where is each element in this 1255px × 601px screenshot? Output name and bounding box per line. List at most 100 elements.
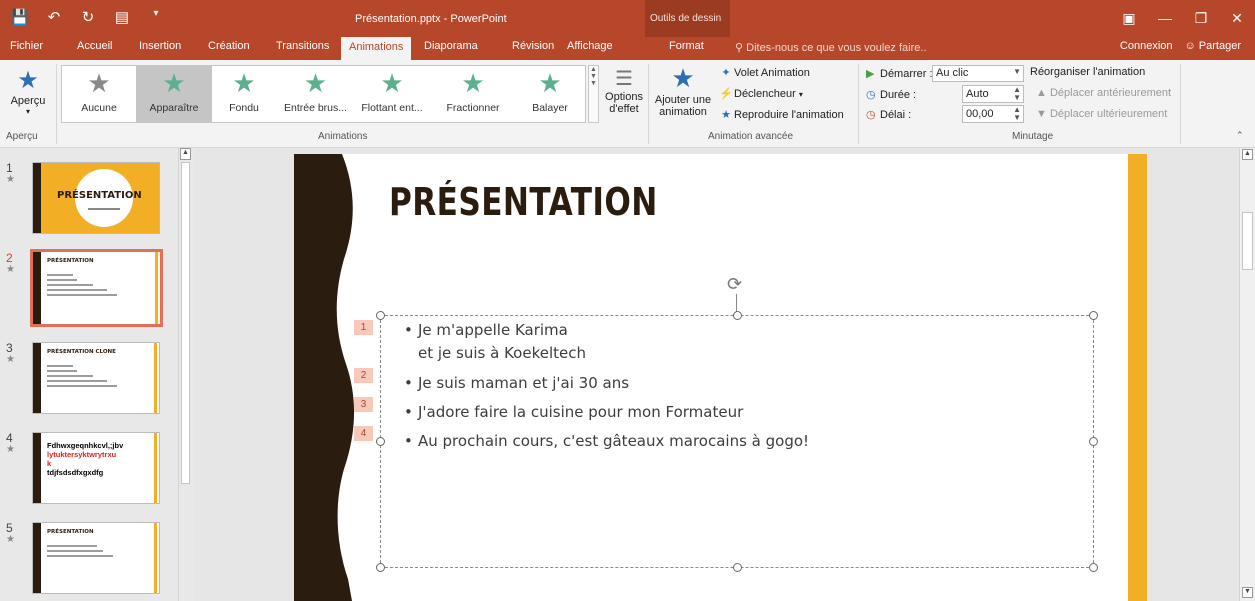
tab-revision[interactable]: Révision <box>512 40 554 52</box>
save-icon[interactable]: 💾 <box>10 8 30 26</box>
thumbnail-slide-4[interactable]: Fdhwxgeqnhkcvl,;jbv lytuktersyktwrytrxu … <box>32 432 160 504</box>
close-icon[interactable]: ✕ <box>1219 0 1255 37</box>
gallery-item[interactable]: ★ Balayer <box>517 66 583 122</box>
bullet-item: • Je m'appelle Karima <box>404 321 568 339</box>
thumbnail-slide-5[interactable]: PRÉSENTATION <box>32 522 160 594</box>
chevron-down-icon: ▼ <box>1013 67 1021 76</box>
delay-row: ◷ Délai : <box>866 108 911 121</box>
animation-star-icon: ★ <box>6 174 15 185</box>
animation-pane-button[interactable]: ✦ Volet Animation <box>718 66 809 79</box>
resize-handle[interactable] <box>376 563 385 572</box>
resize-handle[interactable] <box>376 437 385 446</box>
present-icon[interactable]: ▤ <box>112 8 132 26</box>
editor-scrollbar[interactable]: ▲ ▼ <box>1239 148 1255 601</box>
tab-fichier[interactable]: Fichier <box>10 40 43 52</box>
slide-editor: ▲ ▼ PRÉSENTATION ⟳ 1 2 3 4 • Je m'appelle… <box>195 148 1255 601</box>
ribbon: ★ Aperçu ▾ Aperçu ★ Aucune ★ Apparaître ★ Fon… <box>0 60 1255 148</box>
scroll-down-icon[interactable]: ▼ <box>1242 587 1253 598</box>
scroll-up-icon[interactable]: ▲ <box>1242 149 1253 160</box>
thumbnail-slide-3[interactable]: PRÉSENTATION CLONE <box>32 342 160 414</box>
ribbon-display-icon[interactable]: ▣ <box>1111 0 1147 37</box>
group-label-timing: Minutage <box>1012 131 1054 142</box>
tab-accueil[interactable]: Accueil <box>77 40 112 52</box>
gallery-item[interactable]: ★ Fondu <box>212 66 276 122</box>
add-animation-star-icon: ★ <box>671 63 695 93</box>
slide-canvas[interactable]: PRÉSENTATION ⟳ 1 2 3 4 • Je m'appelle Kar… <box>294 154 1147 601</box>
duration-spinner[interactable]: Auto ▲ ▼ <box>962 85 1024 103</box>
scroll-up-icon[interactable]: ▲ <box>180 148 191 160</box>
delay-spinner[interactable]: 00,00 ▲ ▼ <box>962 105 1024 123</box>
rotate-handle-icon[interactable]: ⟳ <box>727 274 742 295</box>
spinner-arrows-icon[interactable]: ▲ ▼ <box>1013 86 1021 102</box>
animation-order-tag[interactable]: 3 <box>354 397 373 412</box>
tell-me-search[interactable]: ⚲ Dites-nous ce que vous voulez faire.. <box>735 41 927 54</box>
slide-number: 3 ★ <box>6 342 15 366</box>
resize-handle[interactable] <box>1089 437 1098 446</box>
window-controls: ▣ — ❐ ✕ <box>1111 0 1255 37</box>
move-later-button[interactable]: ▼ Déplacer ultérieurement <box>1036 108 1167 120</box>
animation-order-tag[interactable]: 4 <box>354 426 373 441</box>
customize-qat-icon[interactable]: ▾ <box>146 8 166 26</box>
tab-animations[interactable]: Animations <box>341 37 412 60</box>
thumbnails-scrollbar[interactable]: ▲ <box>178 148 192 601</box>
thumbnail-slide-1[interactable]: PRÉSENTATION <box>32 162 160 234</box>
tell-me-text: Dites-nous ce que vous voulez faire.. <box>746 42 927 54</box>
resize-handle[interactable] <box>733 563 742 572</box>
gallery-item[interactable]: ★ Flottant ent... <box>355 66 429 122</box>
bullet-dot-icon: • <box>404 403 413 421</box>
animation-order-tag[interactable]: 2 <box>354 368 373 383</box>
move-later-label: Déplacer ultérieurement <box>1049 108 1168 120</box>
tab-creation[interactable]: Création <box>208 40 250 52</box>
restore-icon[interactable]: ❐ <box>1183 0 1219 37</box>
undo-icon[interactable]: ↶ <box>44 8 64 26</box>
animation-star-icon: ★ <box>162 68 186 98</box>
add-animation-button[interactable]: ★ Ajouter une animation <box>650 63 716 118</box>
lightning-icon: ⚡ <box>719 88 733 100</box>
collapse-ribbon-icon[interactable]: ⌃ <box>1236 130 1244 141</box>
preview-label: Aperçu <box>10 95 46 107</box>
gallery-scroll[interactable]: ▲ ▼ ▼ <box>588 65 599 123</box>
animation-star-icon: ★ <box>6 444 15 455</box>
down-triangle-icon: ▼ <box>1036 108 1047 120</box>
resize-handle[interactable] <box>1089 311 1098 320</box>
tab-transitions[interactable]: Transitions <box>276 40 329 52</box>
gallery-item[interactable]: ★ Apparaître <box>136 66 212 122</box>
slide-title[interactable]: PRÉSENTATION <box>389 180 658 224</box>
start-select[interactable]: Au clic ▼ <box>932 65 1024 82</box>
scroll-thumb[interactable] <box>1242 212 1253 270</box>
resize-handle[interactable] <box>733 311 742 320</box>
effect-options-button[interactable]: ☰ Options d'effet <box>600 66 648 115</box>
thumb-stripe <box>154 343 157 413</box>
redo-icon[interactable]: ↻ <box>78 8 98 26</box>
bullet-dot-icon: • <box>404 374 413 392</box>
tab-affichage[interactable]: Affichage <box>567 40 613 52</box>
resize-handle[interactable] <box>376 311 385 320</box>
thumb-title: PRÉSENTATION <box>47 529 94 535</box>
bullet-dot-icon: • <box>404 432 413 450</box>
gallery-item[interactable]: ★ Entrée brus... <box>276 66 355 122</box>
trigger-button[interactable]: ⚡Déclencheur ▾ <box>718 87 803 100</box>
gallery-item[interactable]: ★ Fractionner <box>429 66 517 122</box>
thumbnail-slide-2[interactable]: PRÉSENTATION <box>30 249 163 327</box>
tab-format[interactable]: Format <box>669 40 704 52</box>
animation-painter-button[interactable]: ★ Reproduire l'animation <box>718 108 844 121</box>
scroll-thumb[interactable] <box>181 162 190 484</box>
animation-order-tag[interactable]: 1 <box>354 320 373 335</box>
minimize-icon[interactable]: — <box>1147 0 1183 37</box>
slide-number-text: 1 <box>6 161 13 175</box>
effect-options-line2: d'effet <box>609 103 639 115</box>
resize-handle[interactable] <box>1089 563 1098 572</box>
tab-insertion[interactable]: Insertion <box>139 40 181 52</box>
move-earlier-button[interactable]: ▲ Déplacer antérieurement <box>1036 87 1171 99</box>
preview-button[interactable]: ★ Aperçu ▾ <box>6 66 50 116</box>
signin-link[interactable]: Connexion <box>1120 40 1173 52</box>
group-divider <box>648 64 649 144</box>
spinner-arrows-icon[interactable]: ▲ ▼ <box>1013 106 1021 122</box>
share-button[interactable]: ☺ Partager <box>1185 40 1242 52</box>
gallery-item[interactable]: ★ Aucune <box>62 66 136 122</box>
thumb-dark-bar <box>33 433 41 503</box>
play-icon: ▶ <box>866 68 875 80</box>
bullet-item-continuation: et je suis à Koekeltech <box>418 344 586 362</box>
tab-diaporama[interactable]: Diaporama <box>424 40 478 52</box>
thumb-stripe <box>155 252 158 324</box>
